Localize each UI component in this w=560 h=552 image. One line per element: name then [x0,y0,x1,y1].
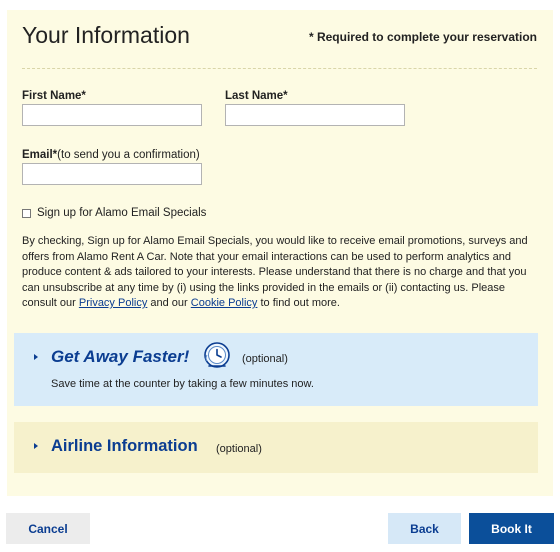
email-specials-label[interactable]: Sign up for Alamo Email Specials [37,207,206,219]
caret-right-icon [34,354,38,360]
get-away-faster-title[interactable]: Get Away Faster! [51,347,189,367]
back-button[interactable]: Back [388,513,461,544]
email-specials-row[interactable]: Sign up for Alamo Email Specials [22,207,206,219]
email-hint: (to send you a confirmation) [57,149,200,161]
email-specials-checkbox[interactable] [22,208,31,218]
email-label-text: Email* [22,149,58,161]
airline-optional: (optional) [216,443,262,455]
required-note: * Required to complete your reservation [308,30,537,44]
privacy-policy-link[interactable]: Privacy Policy [79,297,147,309]
divider [22,68,537,69]
cancel-button[interactable]: Cancel [6,513,90,544]
first-name-field[interactable] [22,104,202,126]
page-title: Your Information [22,22,190,48]
get-away-faster-description: Save time at the counter by taking a few… [51,378,314,390]
get-away-faster-optional: (optional) [242,353,288,365]
email-field[interactable] [22,163,202,185]
email-label: Email*(to send you a confirmation) [22,149,200,161]
caret-right-icon [34,443,38,449]
clock-icon [204,342,230,368]
your-information-panel: Your Information * Required to complete … [7,10,553,496]
airline-information-title[interactable]: Airline Information [51,437,198,456]
first-name-label: First Name* [22,90,86,102]
email-disclaimer: By checking, Sign up for Alamo Email Spe… [22,234,542,312]
last-name-field[interactable] [225,104,405,126]
get-away-faster-section[interactable]: Get Away Faster! (optional) Save time at… [14,333,538,406]
book-it-button[interactable]: Book It [469,513,554,544]
disclaimer-text-2: and our [147,297,191,309]
cookie-policy-link[interactable]: Cookie Policy [191,297,258,309]
disclaimer-text-3: to find out more. [257,297,340,309]
airline-information-section[interactable]: Airline Information (optional) [14,422,538,473]
last-name-label: Last Name* [225,90,288,102]
